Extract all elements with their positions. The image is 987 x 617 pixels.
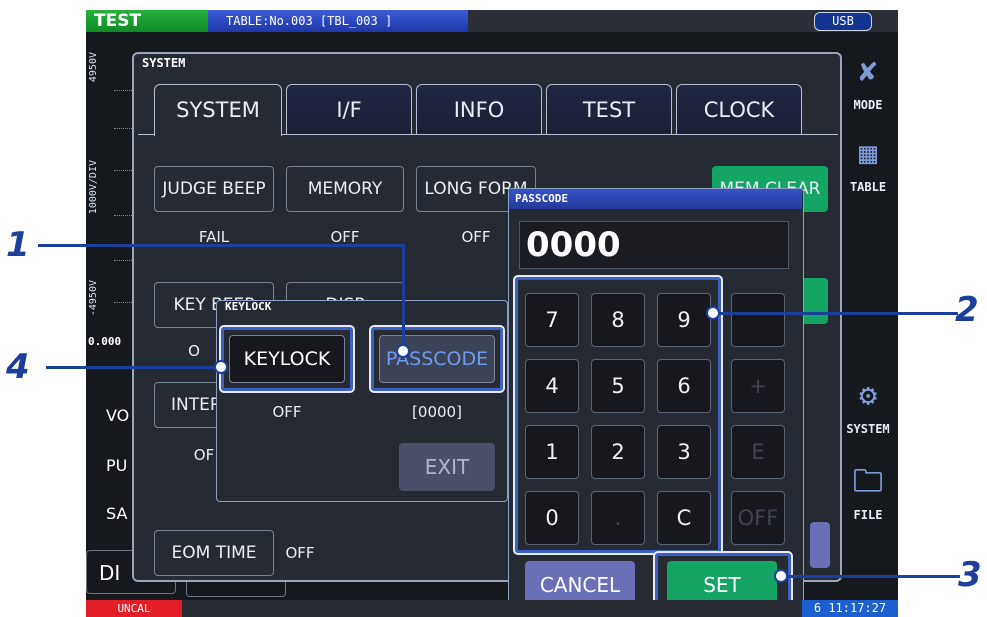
test-mode-icon: ✘ [858,54,878,89]
sidebar-item-label: SYSTEM [846,422,890,436]
key-4[interactable]: 4 [525,359,579,413]
key-decimal[interactable]: . [591,491,645,545]
chart-div-label: 1000V/DIV [88,160,99,215]
key-6[interactable]: 6 [657,359,711,413]
eom-time-value: OFF [285,544,315,562]
key-plus: + [731,359,785,413]
callout-1-number: 1 [6,225,30,265]
keylock-dialog-title: KEYLOCK [225,300,272,313]
uncal-indicator: UNCAL [86,600,182,617]
sidebar-item-label: FILE [853,508,883,522]
hidden-purple-button[interactable] [810,522,830,568]
passcode-dialog-title: PASSCODE [509,189,802,209]
eom-time-button[interactable]: EOM TIME [154,530,274,576]
voltage-label-partial: VO [106,406,130,425]
tab-system[interactable]: SYSTEM [154,84,282,136]
tab-info[interactable]: INFO [416,84,542,134]
pulse-label-partial: PU [106,456,128,475]
tab-if[interactable]: I/F [286,84,412,134]
keylock-value: OFF [272,403,302,421]
callout-1-line [38,244,404,247]
sidebar-item-label: TABLE [849,180,887,194]
callout-3-dot [774,569,788,583]
judge-beep-button[interactable]: JUDGE BEEP [154,166,274,212]
key-8[interactable]: 8 [591,293,645,347]
callout-1-dot [396,344,410,358]
callout-4-number: 4 [6,347,30,387]
keylock-dialog: KEYLOCK KEYLOCK OFF PASSCODE [0000] EXIT [216,300,508,502]
callout-4-line [46,366,218,369]
tab-test[interactable]: TEST [546,84,672,134]
key-5[interactable]: 5 [591,359,645,413]
clock-display: 6 11:17:27 [802,600,898,617]
key-clear[interactable]: C [657,491,711,545]
callout-2-number: 2 [955,290,979,330]
table-icon: ▦ [858,136,878,171]
chart-bottom-label: -4950V [88,280,99,317]
keylock-button[interactable]: KEYLOCK [229,335,345,383]
callout-4-dot [214,360,228,374]
tab-clock[interactable]: CLOCK [676,84,802,134]
callout-2-line [718,312,958,315]
passcode-button[interactable]: PASSCODE [379,335,495,383]
callout-1-line [402,244,405,350]
passcode-dialog: PASSCODE 0000 7 8 9 4 5 6 1 2 3 0 . C + … [508,188,804,617]
exit-button[interactable]: EXIT [399,443,495,491]
key-7[interactable]: 7 [525,293,579,347]
passcode-value: [0000] [412,403,462,421]
sample-label-partial: SA [106,504,128,523]
bottombar-background [182,600,898,617]
key-exponent: E [731,425,785,479]
passcode-display: 0000 [519,221,789,269]
key-disabled [731,293,785,347]
sidebar-item-system[interactable]: ⚙ SYSTEM [838,370,898,446]
callout-2-dot [706,306,720,320]
system-window-title: SYSTEM [142,56,186,70]
key-1[interactable]: 1 [525,425,579,479]
folder-icon: 🗀 [853,464,883,499]
key-2[interactable]: 2 [591,425,645,479]
sidebar-item-table[interactable]: ▦ TABLE [838,128,898,204]
key-9[interactable]: 9 [657,293,711,347]
key-0[interactable]: 0 [525,491,579,545]
callout-3-number: 3 [958,555,982,595]
mode-indicator: TEST [86,10,208,32]
chart-x-start: 0.000 [88,335,122,348]
key-off: OFF [731,491,785,545]
sidebar-item-file[interactable]: 🗀 FILE [838,456,898,532]
key-3[interactable]: 3 [657,425,711,479]
sidebar-item-mode[interactable]: ✘ MODE [838,46,898,122]
table-indicator: TABLE:No.003 [TBL_003 ] [208,10,468,32]
chart-top-label: 4950V [88,52,99,83]
usb-indicator: USB [814,12,872,31]
memory-button[interactable]: MEMORY [286,166,404,212]
gear-icon: ⚙ [858,378,878,413]
callout-3-line [784,575,960,578]
sidebar-item-label: MODE [853,98,883,112]
